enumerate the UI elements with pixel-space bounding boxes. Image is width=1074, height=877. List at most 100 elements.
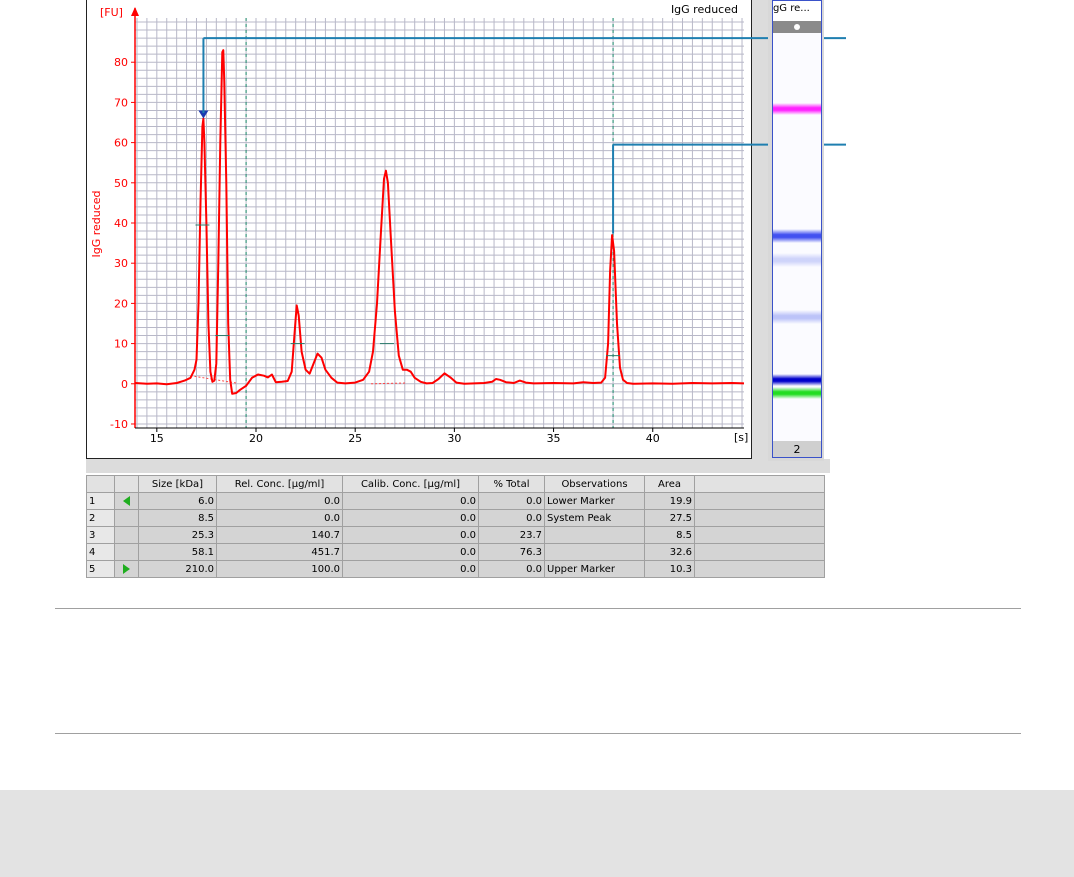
cell-filler [694, 543, 825, 561]
cell-rel: 451.7 [216, 543, 343, 561]
cell-size: 25.3 [138, 526, 217, 544]
lane-header: IgG re... [773, 1, 821, 21]
upper-marker-icon [123, 564, 130, 574]
lane-footer: 2 [773, 441, 821, 457]
x-tick-label: 35 [547, 432, 561, 445]
axes: -10 0 10 20 30 40 50 60 70 80 15 20 25 30 35 40 [110, 7, 744, 445]
callout-line [202, 37, 846, 114]
cell-filler [694, 492, 825, 510]
cell-obs: Upper Marker [544, 560, 645, 578]
cell-calib: 0.0 [342, 543, 479, 561]
gel-band [773, 373, 821, 386]
header-rel-conc[interactable]: Rel. Conc. [µg/ml] [216, 475, 343, 493]
table-row[interactable]: 2 8.5 0.0 0.0 0.0 System Peak 27.5 [86, 509, 825, 527]
marker-cell [114, 560, 139, 578]
gel-band [773, 387, 821, 400]
table-row[interactable]: 4 58.1 451.7 0.0 76.3 32.6 [86, 543, 825, 561]
cell-total: 0.0 [478, 492, 545, 510]
table-row[interactable]: 1 6.0 0.0 0.0 0.0 Lower Marker 19.9 [86, 492, 825, 510]
cell-area: 27.5 [644, 509, 695, 527]
peak-baselines [190, 375, 407, 385]
x-unit-label: [s] [734, 431, 748, 444]
cell-total: 76.3 [478, 543, 545, 561]
header-percent-total[interactable]: % Total [478, 475, 545, 493]
cell-idx: 5 [86, 560, 115, 578]
header-marker[interactable] [114, 475, 139, 493]
header-size[interactable]: Size [kDa] [138, 475, 217, 493]
cell-total: 0.0 [478, 509, 545, 527]
cell-filler [694, 526, 825, 544]
y-tick-label: -10 [110, 418, 128, 431]
cell-calib: 0.0 [342, 492, 479, 510]
x-tick-label: 15 [150, 432, 164, 445]
gel-band [773, 253, 821, 268]
lane-well [773, 21, 821, 33]
y-tick-label: 30 [114, 257, 128, 270]
cell-obs: System Peak [544, 509, 645, 527]
cell-idx: 3 [86, 526, 115, 544]
x-tick-label: 40 [646, 432, 660, 445]
table-header-row: Size [kDa] Rel. Conc. [µg/ml] Calib. Con… [86, 475, 825, 493]
table-body: 1 6.0 0.0 0.0 0.0 Lower Marker 19.9 2 8.5 0.0 0.0 0… [86, 492, 825, 578]
cell-idx: 2 [86, 509, 115, 527]
header-filler [694, 475, 825, 493]
y-tick-label: 80 [114, 56, 128, 69]
chart-title: IgG reduced [671, 3, 738, 16]
cell-obs: Lower Marker [544, 492, 645, 510]
y-tick-label: 20 [114, 297, 128, 310]
divider-bottom [55, 733, 1021, 734]
well-dot-icon [794, 24, 800, 30]
y-tick-label: 70 [114, 96, 128, 109]
x-tick-label: 20 [249, 432, 263, 445]
x-tick-label: 30 [447, 432, 461, 445]
marker-cell [114, 509, 139, 527]
peak-markers [195, 110, 621, 357]
cell-obs [544, 526, 645, 544]
electropherogram-chart: -10 0 10 20 30 40 50 60 70 80 15 20 25 30 35 40 IgG red… [90, 3, 846, 445]
peak-results-table: Size [kDa] Rel. Conc. [µg/ml] Calib. Con… [86, 475, 825, 578]
gel-band [773, 103, 821, 116]
cell-size: 58.1 [138, 543, 217, 561]
gel-band [773, 309, 821, 324]
divider-top [55, 608, 1021, 609]
marker-cell [114, 492, 139, 510]
cell-area: 32.6 [644, 543, 695, 561]
header-area[interactable]: Area [644, 475, 695, 493]
y-axis-title: IgG reduced [90, 190, 103, 257]
cell-total: 23.7 [478, 526, 545, 544]
cell-rel: 0.0 [216, 509, 343, 527]
header-index[interactable] [86, 475, 115, 493]
cell-filler [694, 509, 825, 527]
cell-rel: 0.0 [216, 492, 343, 510]
y-tick-label: 0 [121, 378, 128, 391]
gel-band [773, 229, 821, 244]
cell-size: 8.5 [138, 509, 217, 527]
y-axis-arrow-icon [131, 7, 139, 16]
cell-rel: 140.7 [216, 526, 343, 544]
y-tick-label: 60 [114, 137, 128, 150]
gel-lane[interactable]: IgG re... 2 [772, 0, 822, 458]
table-row[interactable]: 3 25.3 140.7 0.0 23.7 8.5 [86, 526, 825, 544]
cell-filler [694, 560, 825, 578]
cell-idx: 4 [86, 543, 115, 561]
callout-lines [202, 37, 846, 234]
cell-size: 210.0 [138, 560, 217, 578]
lower-marker-icon [123, 496, 130, 506]
cell-calib: 0.0 [342, 509, 479, 527]
x-tick-label: 25 [348, 432, 362, 445]
cell-total: 0.0 [478, 560, 545, 578]
cell-rel: 100.0 [216, 560, 343, 578]
cell-area: 8.5 [644, 526, 695, 544]
cell-calib: 0.0 [342, 526, 479, 544]
table-row[interactable]: 5 210.0 100.0 0.0 0.0 Upper Marker 10.3 [86, 560, 825, 578]
cell-calib: 0.0 [342, 560, 479, 578]
header-observations[interactable]: Observations [544, 475, 645, 493]
y-tick-label: 50 [114, 177, 128, 190]
header-calib-conc[interactable]: Calib. Conc. [µg/ml] [342, 475, 479, 493]
cell-obs [544, 543, 645, 561]
cell-area: 10.3 [644, 560, 695, 578]
y-tick-label: 40 [114, 217, 128, 230]
lane-header-label: IgG re... [772, 3, 810, 14]
marker-cell [114, 526, 139, 544]
y-tick-label: 10 [114, 338, 128, 351]
